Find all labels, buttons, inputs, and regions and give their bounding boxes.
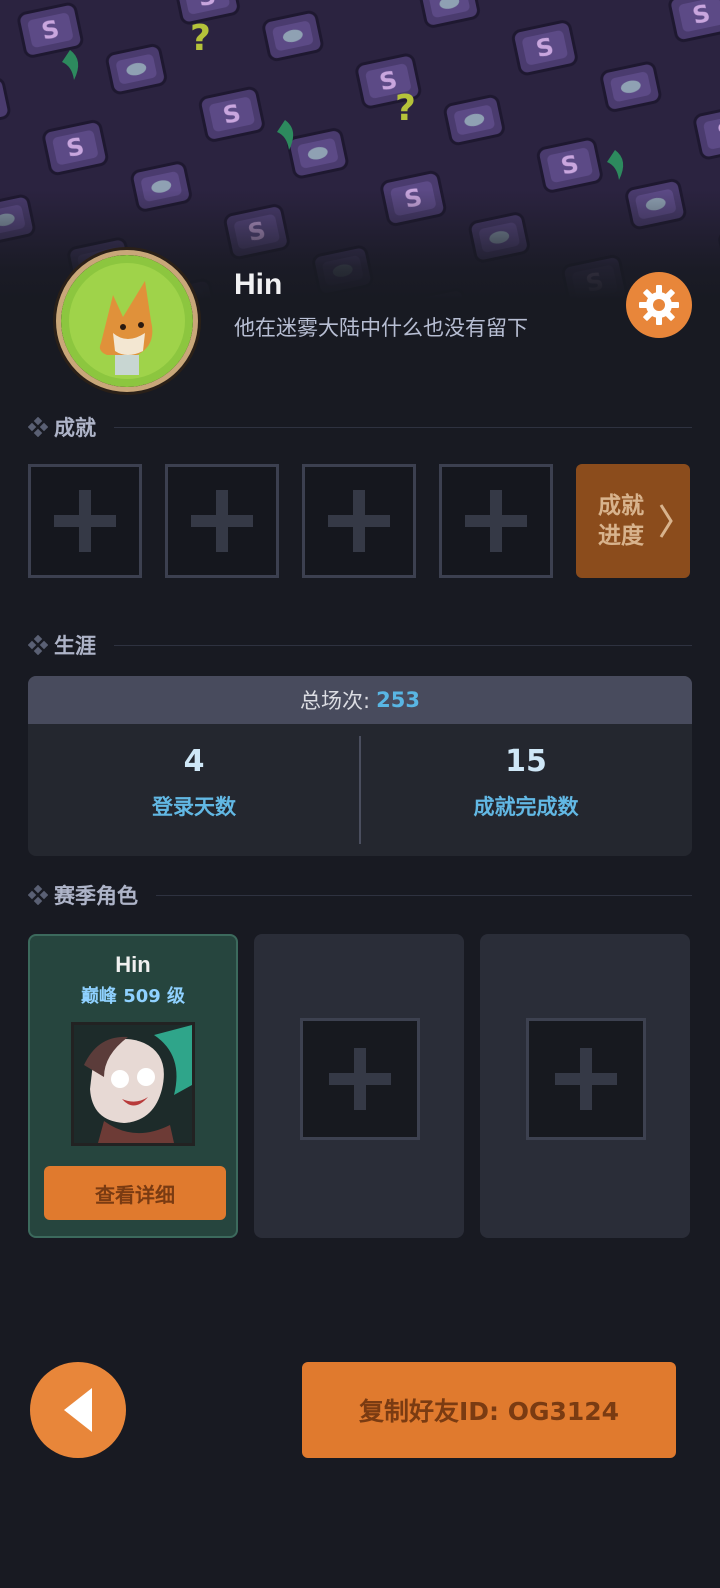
back-button[interactable] xyxy=(30,1362,126,1458)
section-title: 赛季角色 xyxy=(54,884,138,908)
diamond-icon xyxy=(28,885,48,905)
progress-label-line2: 进度 xyxy=(598,523,644,549)
career-section-header: 生涯 xyxy=(28,630,692,660)
plus-icon xyxy=(328,490,390,552)
stat-label: 成就完成数 xyxy=(473,795,579,819)
settings-button[interactable] xyxy=(626,272,692,338)
svg-text:?: ? xyxy=(395,88,416,129)
achievement-slot[interactable] xyxy=(28,464,142,578)
fox-avatar-icon xyxy=(61,255,193,387)
character-portrait xyxy=(71,1022,195,1146)
diamond-icon xyxy=(28,635,48,655)
stat-value: 4 xyxy=(183,744,205,779)
player-avatar[interactable] xyxy=(56,250,198,392)
section-title: 成就 xyxy=(54,416,96,440)
plus-icon xyxy=(54,490,116,552)
achievement-slot[interactable] xyxy=(165,464,279,578)
plus-icon xyxy=(465,490,527,552)
plus-icon xyxy=(191,490,253,552)
view-details-button[interactable]: 查看详细 xyxy=(44,1166,226,1220)
stat-achievements-completed: 15 成就完成数 xyxy=(360,724,692,856)
character-name: Hin xyxy=(115,952,151,977)
character-portrait-icon xyxy=(74,1025,192,1143)
character-card[interactable]: Hin 巅峰 509 级 查看详细 xyxy=(28,934,238,1238)
copy-friend-id-button[interactable]: 复制好友ID: OG3124 xyxy=(302,1362,676,1458)
svg-text:?: ? xyxy=(190,18,211,59)
character-rank: 巅峰 509 级 xyxy=(80,986,186,1007)
achievement-slot[interactable] xyxy=(439,464,553,578)
total-matches-row: 总场次: 253 xyxy=(28,676,692,724)
section-title: 生涯 xyxy=(54,634,96,658)
total-matches-value: 253 xyxy=(376,688,420,712)
stat-login-days: 4 登录天数 xyxy=(28,724,360,856)
stat-value: 15 xyxy=(505,744,547,779)
empty-character-slot[interactable] xyxy=(300,1018,420,1140)
empty-character-slot[interactable] xyxy=(526,1018,646,1140)
character-card-empty[interactable] xyxy=(254,934,464,1238)
season-characters-section-header: 赛季角色 xyxy=(28,880,692,910)
character-card-empty[interactable] xyxy=(480,934,690,1238)
player-name: Hin xyxy=(234,268,283,301)
diamond-icon xyxy=(28,417,48,437)
stat-label: 登录天数 xyxy=(152,795,236,819)
progress-label-line1: 成就 xyxy=(598,493,644,519)
arrow-left-icon xyxy=(64,1388,92,1432)
career-panel: 总场次: 253 4 登录天数 15 成就完成数 xyxy=(28,676,692,856)
total-matches-label: 总场次: xyxy=(300,689,371,713)
player-signature: 他在迷雾大陆中什么也没有留下 xyxy=(234,316,528,340)
plus-icon xyxy=(555,1048,617,1110)
plus-icon xyxy=(329,1048,391,1110)
achievements-section-header: 成就 xyxy=(28,412,692,442)
gear-icon xyxy=(639,285,679,325)
achievement-slot[interactable] xyxy=(302,464,416,578)
chevron-right-icon xyxy=(659,504,673,538)
achievement-progress-button[interactable]: 成就 进度 xyxy=(576,464,690,578)
